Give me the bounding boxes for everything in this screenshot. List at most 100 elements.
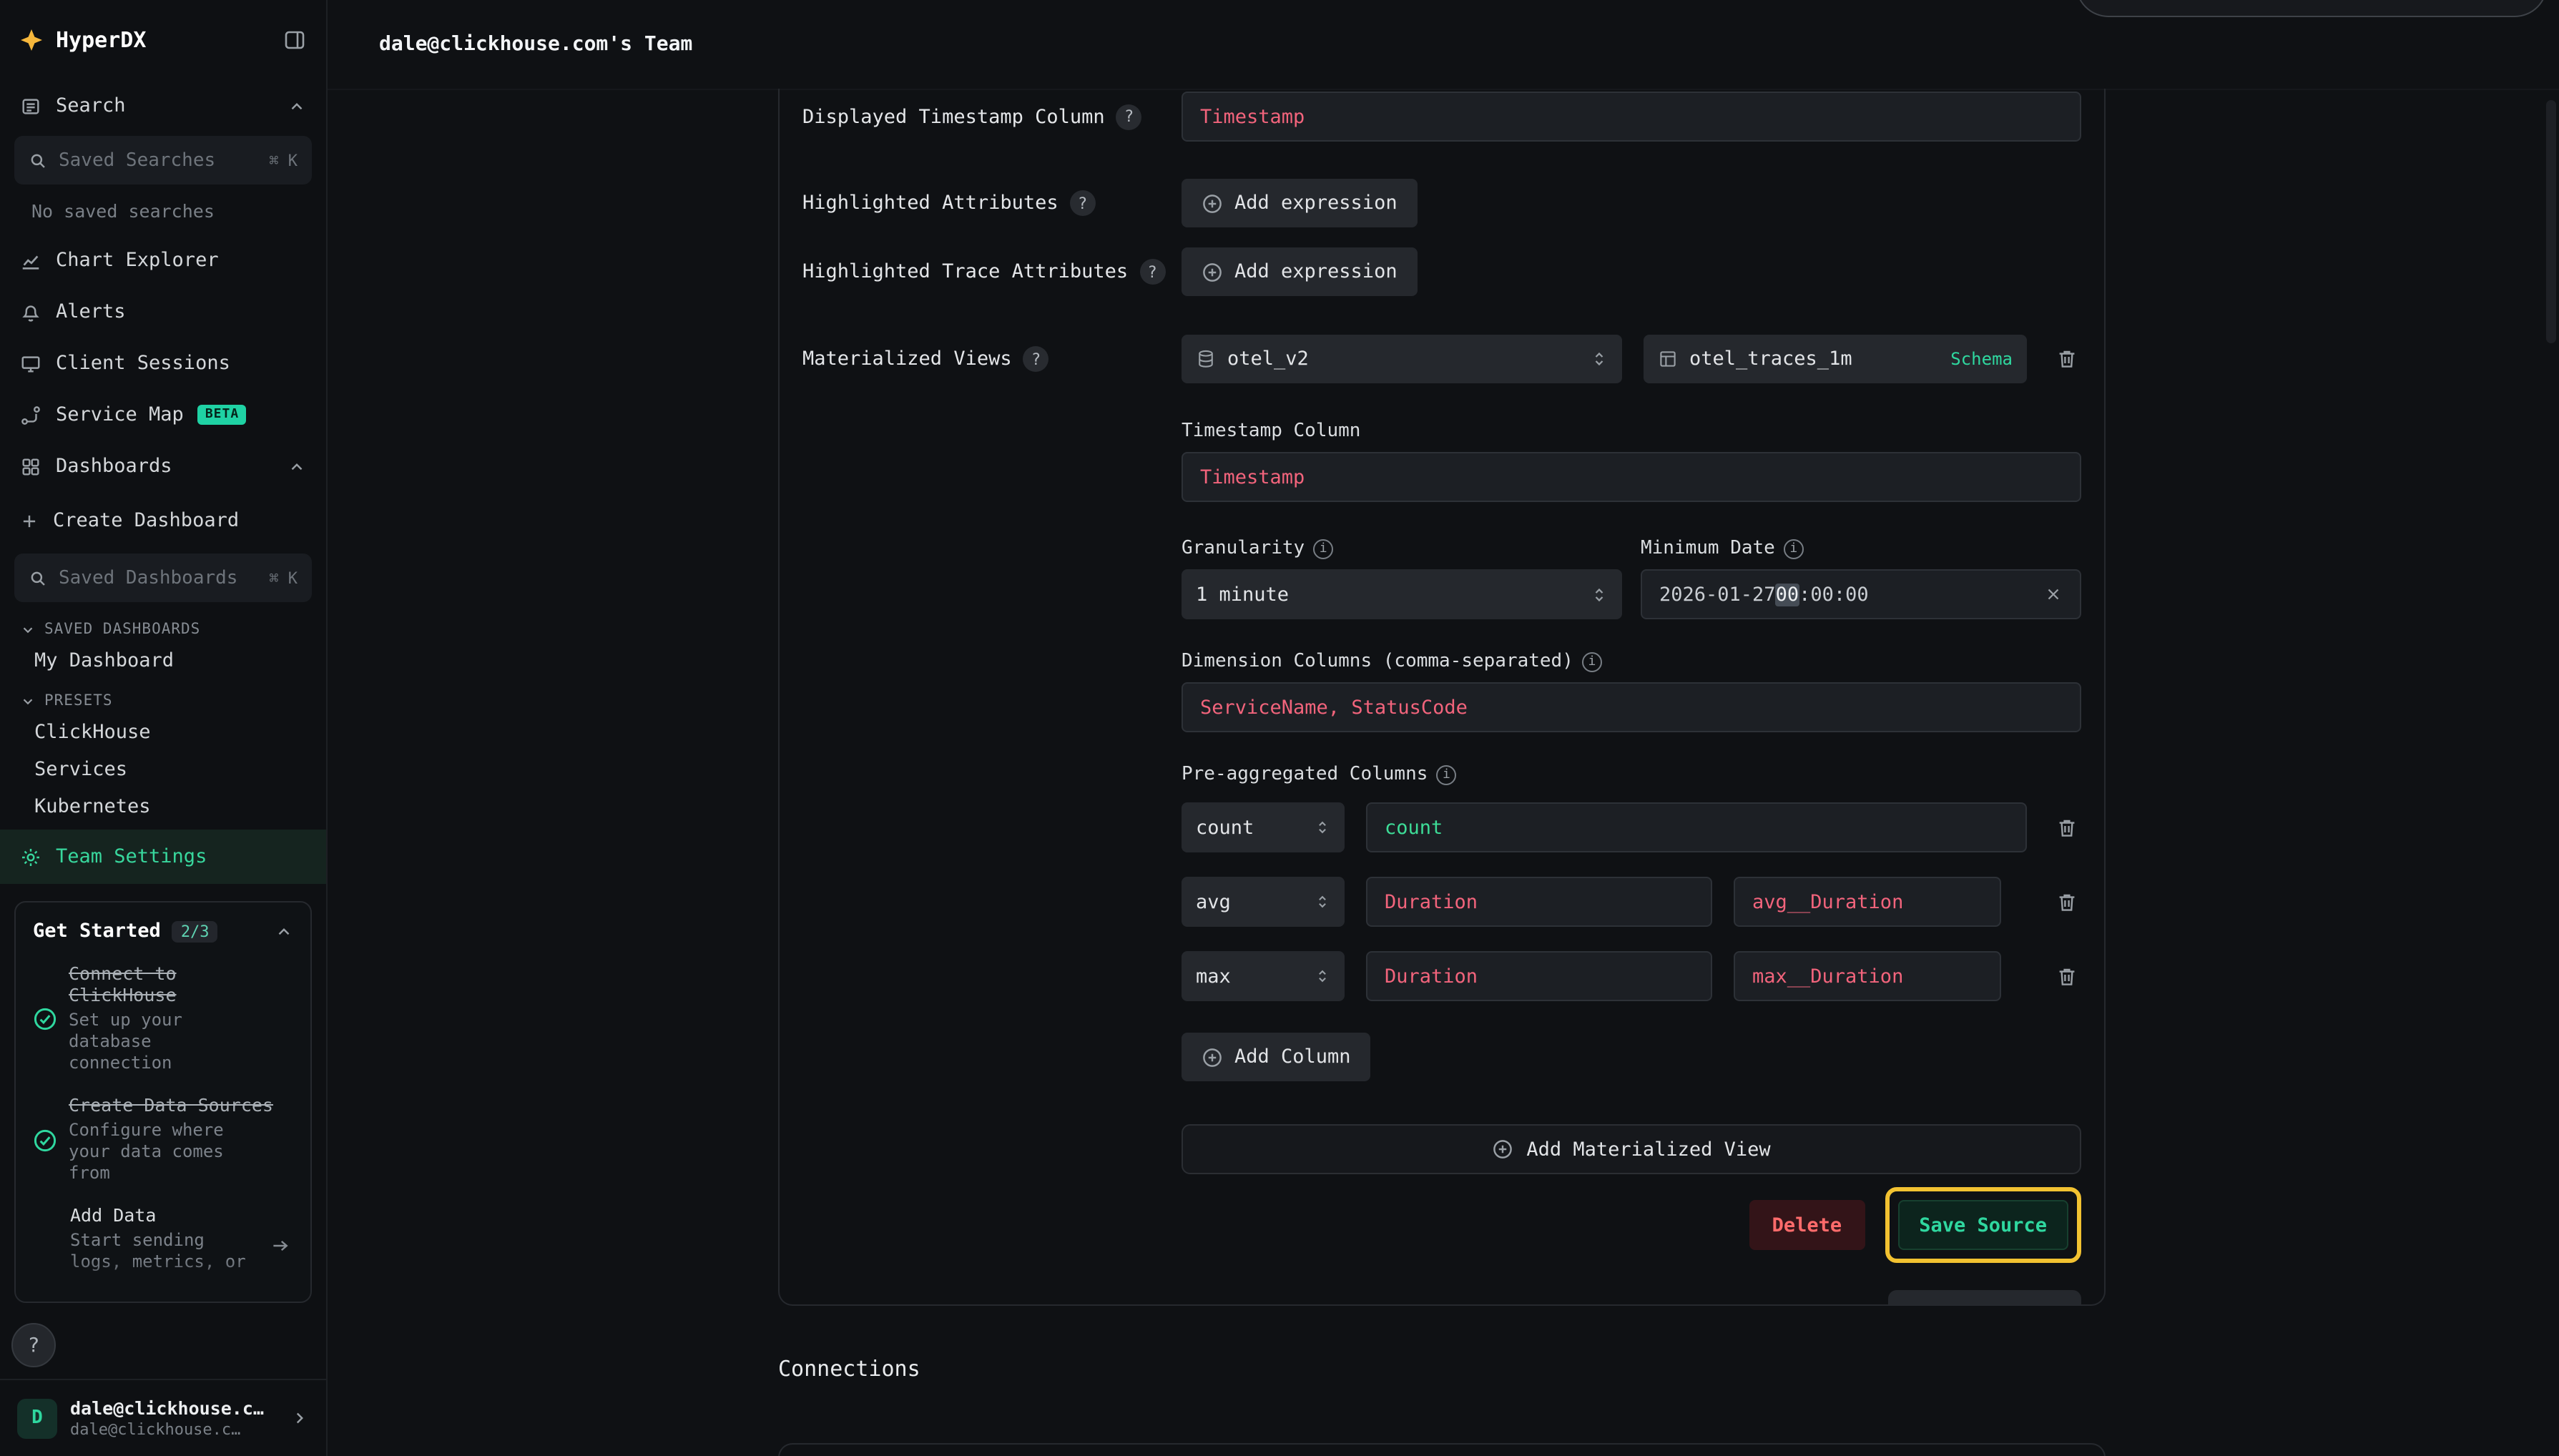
sidebar-item-preset-clickhouse[interactable]: ClickHouse xyxy=(0,714,326,751)
field-label: Highlighted Attributes xyxy=(802,192,1059,215)
granularity-select[interactable]: 1 minute xyxy=(1182,569,1622,619)
chevron-down-icon xyxy=(20,621,36,637)
save-source-button[interactable]: Save Source xyxy=(1897,1200,2068,1250)
delete-materialized-view-button[interactable] xyxy=(2053,345,2081,373)
expression-input[interactable]: count xyxy=(1366,802,2027,852)
schema-link[interactable]: Schema xyxy=(1950,349,2013,369)
sidebar-item-dashboards[interactable]: Dashboards xyxy=(0,441,326,492)
user-menu[interactable]: D dale@clickhouse.c… dale@clickhouse.c… xyxy=(0,1379,326,1456)
saved-searches-input[interactable]: Saved Searches ⌘ K xyxy=(14,136,312,185)
info-icon[interactable]: i xyxy=(1784,538,1804,559)
button-label: Add Materialized View xyxy=(1526,1138,1770,1161)
input-value: Duration xyxy=(1385,965,1478,988)
plus-circle-icon xyxy=(1202,192,1223,214)
get-started-title: Get Started xyxy=(33,920,161,943)
sidebar-item-label: Chart Explorer xyxy=(56,249,219,272)
input-value: Duration xyxy=(1385,890,1478,913)
help-button[interactable]: ? xyxy=(11,1323,56,1367)
field-label: Materialized Views xyxy=(802,348,1012,370)
delete-column-button[interactable] xyxy=(2053,962,2081,990)
sidebar-item-my-dashboard[interactable]: My Dashboard xyxy=(0,642,326,679)
button-label: Add source xyxy=(1942,1304,2058,1306)
step-desc: Start sending logs, metrics, or xyxy=(70,1230,253,1273)
get-started-step-add-data[interactable]: Add Data Start sending logs, metrics, or xyxy=(33,1204,293,1273)
delete-column-button[interactable] xyxy=(2053,887,2081,916)
alias-input[interactable]: max__Duration xyxy=(1734,951,2001,1001)
button-label: Add expression xyxy=(1234,192,1398,215)
database-select[interactable]: otel_v2 xyxy=(1182,335,1622,383)
add-expression-button[interactable]: Add expression xyxy=(1182,179,1418,227)
sidebar-item-alerts[interactable]: Alerts xyxy=(0,286,326,338)
minimum-date-input[interactable]: 2026-01-27 00:00:00 xyxy=(1641,569,2081,619)
help-icon[interactable]: ? xyxy=(1070,190,1096,216)
floating-overlay[interactable] xyxy=(2076,0,2548,17)
get-started-step-connect[interactable]: Connect to ClickHouse Set up your databa… xyxy=(33,963,293,1074)
input-value: count xyxy=(1385,816,1443,839)
aggregation-fn-select[interactable]: count xyxy=(1182,802,1345,852)
info-icon[interactable]: i xyxy=(1313,538,1333,559)
expression-input[interactable]: Duration xyxy=(1366,951,1712,1001)
no-saved-searches-text: No saved searches xyxy=(0,190,326,235)
step-desc: Configure where your data comes from xyxy=(69,1120,252,1184)
chevrons-updown-icon xyxy=(1315,818,1330,837)
sidebar-item-team-settings[interactable]: Team Settings xyxy=(0,830,326,884)
preset-label: ClickHouse xyxy=(34,721,151,744)
info-icon[interactable]: i xyxy=(1582,651,1602,672)
aggregation-fn-select[interactable]: max xyxy=(1182,951,1345,1001)
gear-icon xyxy=(20,846,41,867)
arrow-right-icon xyxy=(270,1236,290,1256)
expression-input[interactable]: Duration xyxy=(1366,877,1712,927)
input-value: max__Duration xyxy=(1752,965,1903,988)
field-materialized-views: Materialized Views ? otel_v2 xyxy=(802,335,2081,383)
add-source-button[interactable]: Add source xyxy=(1887,1290,2081,1306)
saved-searches-placeholder: Saved Searches xyxy=(59,149,215,171)
sidebar-item-client-sessions[interactable]: Client Sessions xyxy=(0,338,326,389)
step-title: Add Data xyxy=(70,1204,253,1226)
question-mark-icon: ? xyxy=(28,1334,40,1357)
search-icon xyxy=(29,151,47,169)
chevrons-updown-icon xyxy=(1591,349,1608,369)
hour-segment-selected[interactable]: 00 xyxy=(1776,583,1799,606)
displayed-timestamp-input[interactable]: Timestamp xyxy=(1182,92,2081,142)
info-icon[interactable]: i xyxy=(1436,764,1456,784)
presets-group[interactable]: PRESETS xyxy=(0,679,326,714)
aggregation-fn-select[interactable]: avg xyxy=(1182,877,1345,927)
help-icon[interactable]: ? xyxy=(1116,104,1142,129)
dimension-columns-input[interactable]: ServiceName, StatusCode xyxy=(1182,682,2081,732)
step-title: Create Data Sources xyxy=(69,1094,273,1116)
clear-date-icon[interactable] xyxy=(2044,585,2063,604)
collapse-sidebar-icon[interactable] xyxy=(283,29,306,51)
sidebar-item-label: Team Settings xyxy=(56,845,207,868)
add-materialized-view-button[interactable]: Add Materialized View xyxy=(1182,1124,2081,1174)
trash-icon xyxy=(2055,890,2078,913)
add-column-button[interactable]: Add Column xyxy=(1182,1033,1371,1081)
help-icon[interactable]: ? xyxy=(1139,259,1165,285)
create-dashboard-button[interactable]: Create Dashboard xyxy=(0,492,326,549)
sidebar-item-search[interactable]: Search xyxy=(0,80,326,132)
sidebar-item-preset-kubernetes[interactable]: Kubernetes xyxy=(0,788,326,825)
get-started-header[interactable]: Get Started 2/3 xyxy=(33,920,293,943)
main-area: dale@clickhouse.com's Team Displayed Tim… xyxy=(328,0,2559,1456)
saved-dashboards-group[interactable]: SAVED DASHBOARDS xyxy=(0,608,326,642)
help-icon[interactable]: ? xyxy=(1023,346,1049,372)
sidebar-item-service-map[interactable]: Service Map BETA xyxy=(0,389,326,441)
get-started-step-sources[interactable]: Create Data Sources Configure where your… xyxy=(33,1094,293,1184)
sidebar-item-preset-services[interactable]: Services xyxy=(0,751,326,788)
sidebar-item-label: Dashboards xyxy=(56,455,172,478)
table-select[interactable]: otel_traces_1m Schema xyxy=(1644,335,2027,383)
scrollbar-thumb[interactable] xyxy=(2546,100,2556,343)
add-expression-button[interactable]: Add expression xyxy=(1182,247,1418,296)
mv-timestamp-input[interactable]: Timestamp xyxy=(1182,452,2081,502)
step-spacer xyxy=(33,1204,59,1273)
field-label: Minimum Date xyxy=(1641,538,1775,559)
timestamp-column-label: Timestamp Column xyxy=(1182,420,2081,442)
delete-column-button[interactable] xyxy=(2053,813,2081,842)
field-label: Granularity xyxy=(1182,538,1305,559)
sidebar-item-chart-explorer[interactable]: Chart Explorer xyxy=(0,235,326,286)
saved-dashboards-input[interactable]: Saved Dashboards ⌘ K xyxy=(14,554,312,602)
alias-input[interactable]: avg__Duration xyxy=(1734,877,2001,927)
group-label-text: PRESETS xyxy=(44,692,113,709)
delete-source-button[interactable]: Delete xyxy=(1749,1200,1865,1250)
avatar: D xyxy=(17,1398,57,1438)
button-label: Save Source xyxy=(1919,1214,2047,1236)
